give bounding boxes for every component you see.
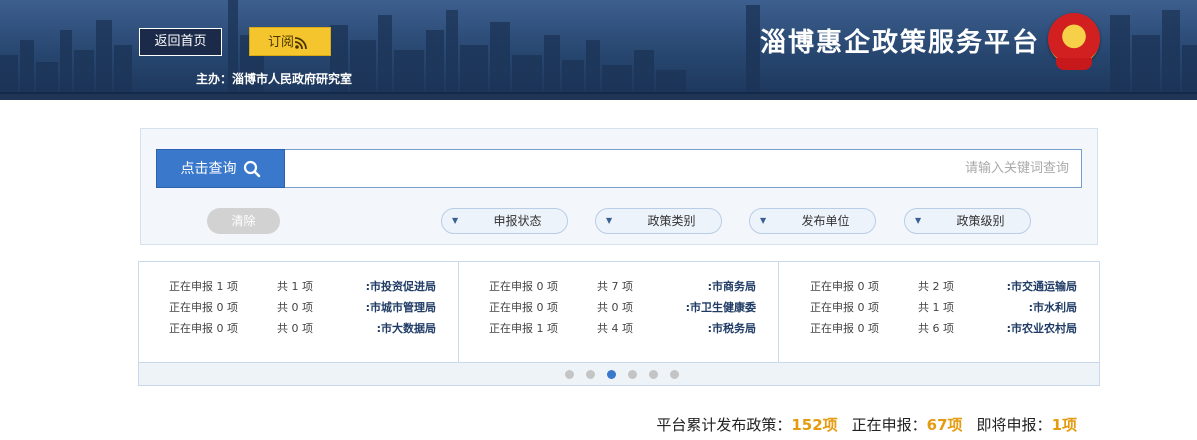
- agency-name: 市税务局:: [707, 322, 756, 335]
- policy-total: 共 2 项: [918, 280, 954, 293]
- subscribe-button[interactable]: 订阅: [249, 27, 331, 56]
- caret-down-icon: ▼: [915, 216, 922, 225]
- banner-divider: [0, 94, 1197, 100]
- site-title: 淄博惠企政策服务平台: [759, 28, 1040, 58]
- policy-total: 共 1 项: [277, 280, 313, 293]
- upcoming-applications-label: 即将申报：: [976, 416, 1052, 434]
- stats-row[interactable]: 市农业农村局: 共 6 项 正在申报 0 项: [779, 320, 1099, 340]
- policy-total: 共 0 项: [277, 301, 313, 314]
- header-banner: ★ 淄博惠企政策服务平台 主办：淄博市人民政府研究室 订阅 返回首页: [0, 0, 1197, 100]
- caret-down-icon: ▼: [452, 216, 459, 225]
- carousel-dot[interactable]: [670, 370, 679, 379]
- filter-policy-category[interactable]: 政策类别 ▼: [595, 208, 722, 234]
- policy-total: 共 1 项: [918, 301, 954, 314]
- active-count: 正在申报 0 项: [169, 301, 238, 314]
- stats-row[interactable]: 市税务局: 共 4 项 正在申报 1 项: [458, 320, 778, 340]
- caret-down-icon: ▼: [760, 216, 767, 225]
- filter-label: 政策类别: [647, 214, 696, 228]
- home-button[interactable]: 返回首页: [139, 28, 222, 56]
- search-button-label: 点击查询: [180, 161, 237, 177]
- stats-column: 市交通运输局: 共 2 项 正在申报 0 项 市水利局: 共 1 项 正在申报 …: [779, 262, 1099, 362]
- filter-application-status[interactable]: 申报状态 ▼: [441, 208, 568, 234]
- platform-summary: 平台累计发布政策：152项 正在申报：67项 即将申报：1项: [632, 414, 1077, 434]
- agency-name: 市交通运输局:: [1006, 280, 1077, 293]
- active-count: 正在申报 0 项: [810, 280, 879, 293]
- policy-total: 共 6 项: [918, 322, 954, 335]
- active-count: 正在申报 0 项: [489, 280, 558, 293]
- stats-row[interactable]: 市大数据局: 共 0 项 正在申报 0 项: [138, 320, 458, 340]
- total-policies-value: 152项: [791, 416, 838, 434]
- active-count: 正在申报 0 项: [169, 322, 238, 335]
- filter-label: 发布单位: [801, 214, 850, 228]
- active-count: 正在申报 0 项: [810, 322, 879, 335]
- carousel-dot[interactable]: [628, 370, 637, 379]
- rss-icon: [294, 36, 307, 49]
- stats-row[interactable]: 市城市管理局: 共 0 项 正在申报 0 项: [138, 299, 458, 319]
- stats-row[interactable]: 市交通运输局: 共 2 项 正在申报 0 项: [779, 278, 1099, 298]
- host-label: 主办：: [195, 72, 232, 86]
- stats-row[interactable]: 市卫生健康委: 共 0 项 正在申报 0 项: [458, 299, 778, 319]
- agency-name: 市卫生健康委:: [685, 301, 756, 314]
- agency-stats-carousel: 市交通运输局: 共 2 项 正在申报 0 项 市水利局: 共 1 项 正在申报 …: [138, 261, 1100, 386]
- policy-total: 共 0 项: [597, 301, 633, 314]
- search-panel: 点击查询 政策级别 ▼ 发布单位 ▼ 政策类别 ▼ 申报状态 ▼ 清除: [140, 128, 1098, 245]
- search-button[interactable]: 点击查询: [156, 149, 285, 188]
- filter-policy-level[interactable]: 政策级别 ▼: [904, 208, 1031, 234]
- agency-name: 市水利局:: [1028, 301, 1077, 314]
- filter-label: 政策级别: [956, 214, 1005, 228]
- carousel-dot[interactable]: [586, 370, 595, 379]
- stats-row[interactable]: 市商务局: 共 7 项 正在申报 0 项: [458, 278, 778, 298]
- active-count: 正在申报 0 项: [489, 301, 558, 314]
- carousel-dot[interactable]: [649, 370, 658, 379]
- host-name: 淄博市人民政府研究室: [231, 72, 352, 86]
- host-line: 主办：淄博市人民政府研究室: [152, 70, 352, 86]
- policy-total: 共 0 项: [277, 322, 313, 335]
- total-policies-label: 平台累计发布政策：: [656, 416, 792, 434]
- stats-row[interactable]: 市水利局: 共 1 项 正在申报 0 项: [779, 299, 1099, 319]
- stats-row[interactable]: 市投资促进局: 共 1 项 正在申报 1 项: [138, 278, 458, 298]
- active-count: 正在申报 1 项: [169, 280, 238, 293]
- search-input[interactable]: [284, 149, 1082, 188]
- clear-button[interactable]: 清除: [207, 208, 280, 234]
- active-applications-value: 67项: [926, 416, 963, 434]
- carousel-dot[interactable]: [607, 370, 616, 379]
- policy-total: 共 7 项: [597, 280, 633, 293]
- carousel-pagination: [139, 362, 1099, 385]
- agency-name: 市农业农村局:: [1006, 322, 1077, 335]
- active-applications-label: 正在申报：: [851, 416, 927, 434]
- filter-publisher[interactable]: 发布单位 ▼: [749, 208, 876, 234]
- agency-name: 市大数据局:: [376, 322, 436, 335]
- active-count: 正在申报 1 项: [489, 322, 558, 335]
- caret-down-icon: ▼: [606, 216, 613, 225]
- agency-name: 市商务局:: [707, 280, 756, 293]
- carousel-dot[interactable]: [565, 370, 574, 379]
- national-emblem-icon: ★: [1048, 13, 1100, 70]
- search-icon: [243, 160, 260, 178]
- stats-column: 市商务局: 共 7 项 正在申报 0 项 市卫生健康委: 共 0 项 正在申报 …: [459, 262, 779, 362]
- policy-total: 共 4 项: [597, 322, 633, 335]
- agency-name: 市投资促进局:: [365, 280, 436, 293]
- subscribe-label: 订阅: [267, 35, 294, 50]
- agency-name: 市城市管理局:: [365, 301, 436, 314]
- upcoming-applications-value: 1项: [1051, 416, 1077, 434]
- filter-label: 申报状态: [493, 214, 542, 228]
- stats-column: 市投资促进局: 共 1 项 正在申报 1 项 市城市管理局: 共 0 项 正在申…: [139, 262, 459, 362]
- active-count: 正在申报 0 项: [810, 301, 879, 314]
